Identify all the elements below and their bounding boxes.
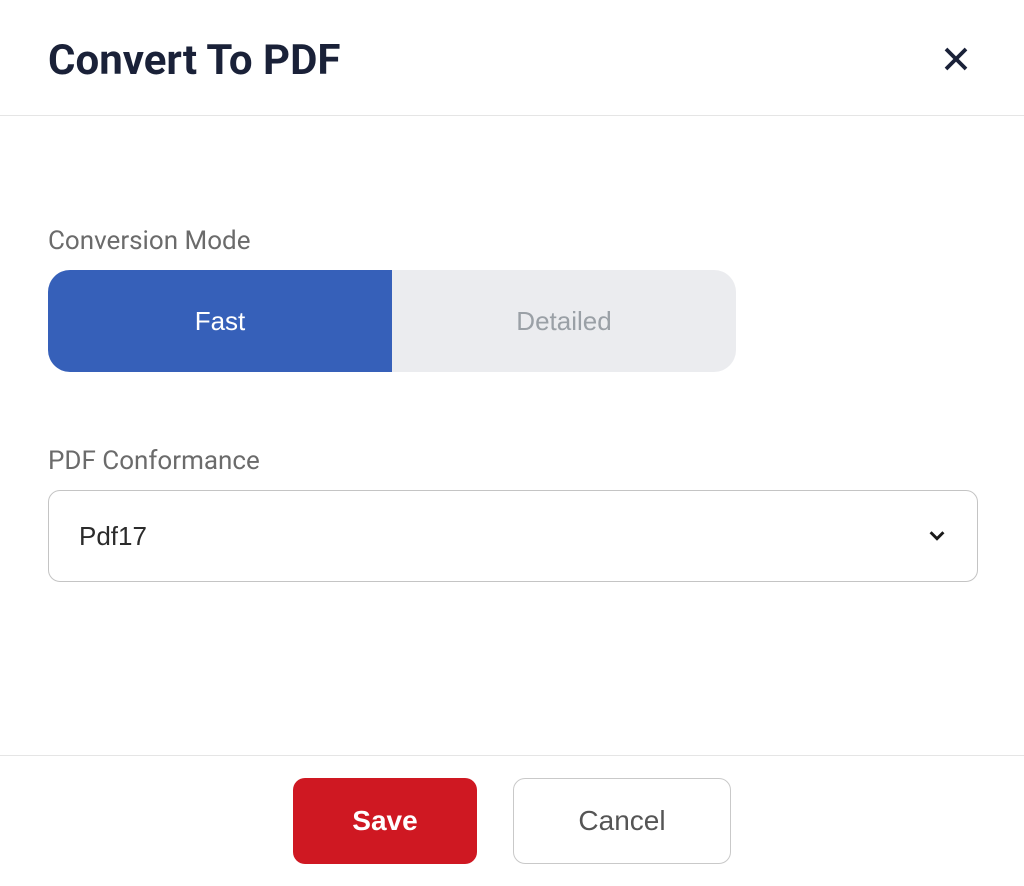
conversion-mode-label: Conversion Mode	[48, 226, 976, 256]
pdf-conformance-label: PDF Conformance	[48, 446, 976, 476]
pdf-conformance-select[interactable]: Pdf17	[48, 490, 978, 582]
dialog-footer: Save Cancel	[0, 755, 1024, 886]
cancel-button[interactable]: Cancel	[513, 778, 731, 864]
close-icon	[941, 44, 971, 77]
pdf-conformance-field: PDF Conformance Pdf17	[48, 446, 976, 582]
save-button[interactable]: Save	[293, 778, 477, 864]
conversion-mode-fast[interactable]: Fast	[48, 270, 392, 372]
close-button[interactable]	[936, 41, 976, 81]
dialog-body: Conversion Mode Fast Detailed PDF Confor…	[0, 116, 1024, 755]
dialog-title: Convert To PDF	[48, 36, 340, 85]
dialog-header: Convert To PDF	[0, 0, 1024, 116]
pdf-conformance-select-wrapper: Pdf17	[48, 490, 978, 582]
conversion-mode-detailed[interactable]: Detailed	[392, 270, 736, 372]
convert-to-pdf-dialog: Convert To PDF Conversion Mode Fast Deta…	[0, 0, 1024, 886]
conversion-mode-toggle: Fast Detailed	[48, 270, 736, 372]
conversion-mode-field: Conversion Mode Fast Detailed	[48, 226, 976, 372]
